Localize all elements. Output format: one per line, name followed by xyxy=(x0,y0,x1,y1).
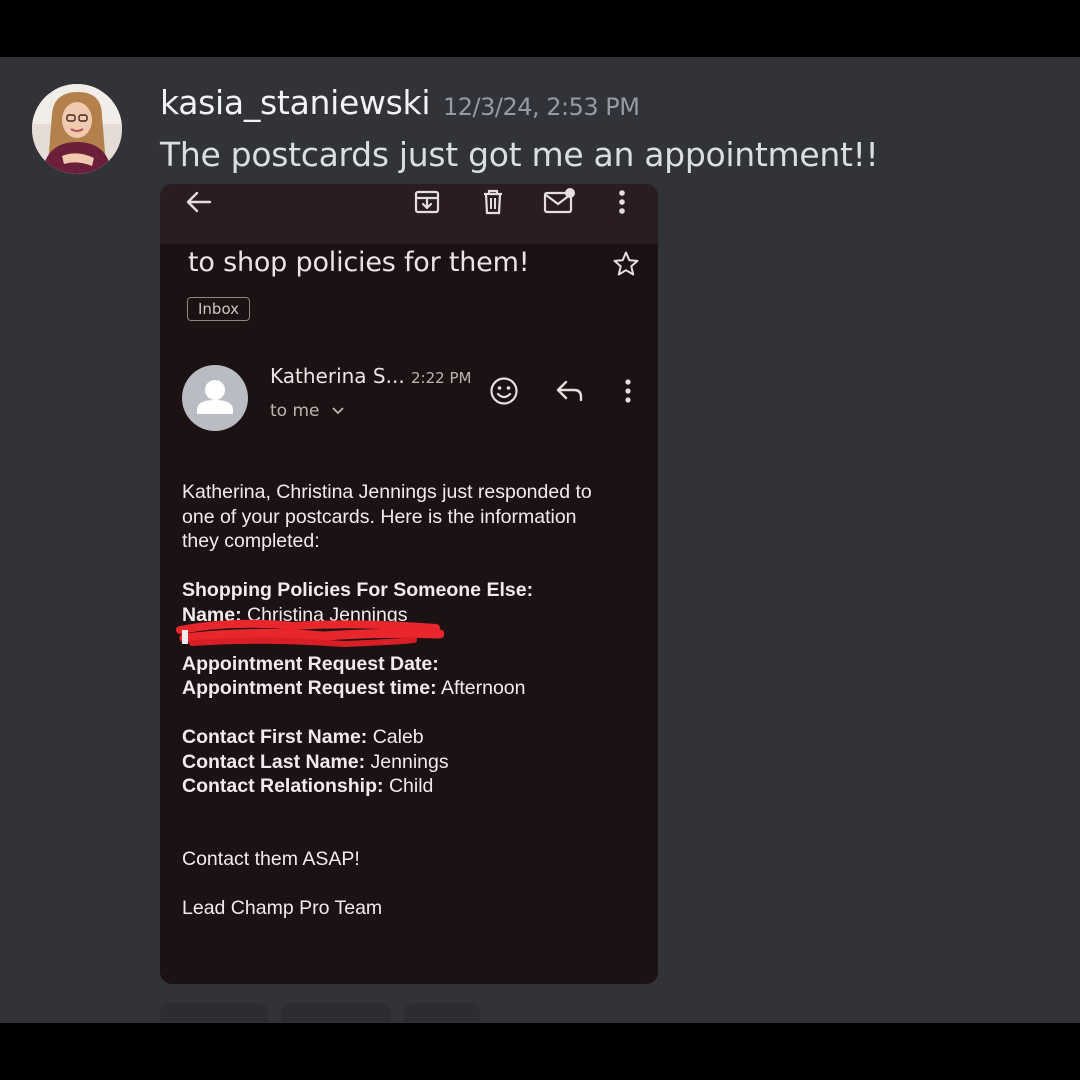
message-timestamp: 12/3/24, 2:53 PM xyxy=(443,93,640,121)
add-reaction-icon[interactable] xyxy=(488,375,520,407)
field-label: Contact Last Name: xyxy=(182,750,366,773)
field-label: Appointment Request time: xyxy=(182,677,437,699)
archive-icon[interactable] xyxy=(413,188,441,216)
email-contact-fields: Contact First Name: Caleb Contact Last N… xyxy=(182,725,632,799)
add-reaction-chip[interactable] xyxy=(404,1003,480,1023)
field-first-name: Contact First Name: Caleb xyxy=(182,725,632,750)
reply-icon[interactable] xyxy=(555,377,585,405)
field-value: Child xyxy=(388,775,434,797)
intro-line: Katherina, Christina Jennings just respo… xyxy=(182,481,592,503)
reaction-chip[interactable] xyxy=(282,1003,390,1023)
sender-name[interactable]: Katherina S... xyxy=(270,364,405,388)
email-cta: Contact them ASAP! xyxy=(182,848,360,870)
user-avatar[interactable] xyxy=(32,84,122,174)
intro-line: they completed: xyxy=(182,530,320,552)
field-appt-time: Appointment Request time: Afternoon xyxy=(182,676,632,701)
message-more-icon[interactable] xyxy=(620,377,636,405)
redaction-scribble xyxy=(176,619,444,648)
field-value: Jennings xyxy=(370,750,449,773)
recipient-toggle[interactable]: to me xyxy=(270,401,345,421)
field-label: Appointment Request Date: xyxy=(182,652,439,675)
field-last-name: Contact Last Name: Jennings xyxy=(182,750,632,775)
email-signature: Lead Champ Pro Team xyxy=(182,897,383,919)
recipient-label: to me xyxy=(270,401,320,421)
discord-chat-area: kasia_staniewski 12/3/24, 2:53 PM The po… xyxy=(0,57,1080,1023)
back-arrow-icon[interactable] xyxy=(184,188,214,216)
star-icon[interactable] xyxy=(612,250,640,278)
email-subject: to shop policies for them! xyxy=(188,247,530,278)
section-heading: Shopping Policies For Someone Else: xyxy=(182,579,534,601)
field-appt-date: Appointment Request Date: xyxy=(182,652,632,677)
sender-time: 2:22 PM xyxy=(411,369,472,387)
field-label: Contact Relationship: xyxy=(182,775,384,797)
email-screenshot-attachment[interactable]: to shop policies for them! Inbox Katheri… xyxy=(160,184,658,984)
trash-icon[interactable] xyxy=(479,187,507,217)
field-label: Contact First Name: xyxy=(182,726,368,748)
username[interactable]: kasia_staniewski xyxy=(160,83,431,122)
email-toolbar xyxy=(160,184,658,244)
field-value: Afternoon xyxy=(440,677,526,699)
mark-unread-icon[interactable] xyxy=(543,186,577,216)
inbox-label-chip[interactable]: Inbox xyxy=(187,297,251,321)
message-text: The postcards just got me an appointment… xyxy=(160,135,879,174)
sender-avatar[interactable] xyxy=(182,365,248,431)
intro-line: one of your postcards. Here is the infor… xyxy=(182,505,577,528)
field-relationship: Contact Relationship: Child xyxy=(182,774,632,799)
more-vert-icon[interactable] xyxy=(614,188,630,216)
chevron-down-icon xyxy=(332,407,344,415)
field-value: Caleb xyxy=(372,726,424,748)
reaction-chip[interactable] xyxy=(160,1003,268,1023)
letterbox-bottom xyxy=(0,1023,1080,1080)
email-intro: Katherina, Christina Jennings just respo… xyxy=(182,480,632,554)
